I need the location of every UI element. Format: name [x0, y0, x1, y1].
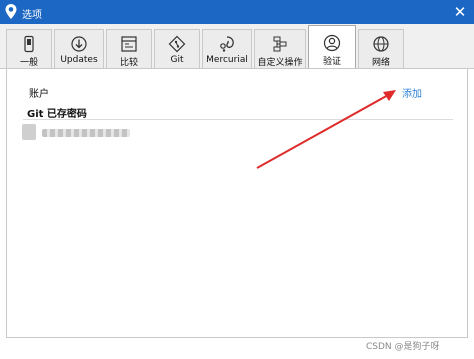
mercurial-icon	[220, 36, 234, 52]
globe-icon	[373, 36, 389, 52]
tab-general[interactable]: 一般	[6, 29, 52, 68]
saved-account-row[interactable]	[22, 122, 142, 144]
user-circle-icon	[323, 34, 341, 52]
tab-compare[interactable]: 比较	[106, 29, 152, 68]
git-diamond-icon	[168, 35, 186, 53]
tab-authentication-label: 验证	[322, 57, 341, 67]
tab-compare-label: 比较	[119, 58, 138, 68]
tab-updates[interactable]: Updates	[54, 29, 104, 68]
tab-network[interactable]: 网络	[358, 29, 404, 68]
close-button[interactable]: ✕	[450, 2, 470, 22]
tab-mercurial[interactable]: Mercurial	[202, 29, 252, 68]
add-account-link[interactable]: 添加	[402, 85, 422, 100]
git-saved-passwords-title: Git 已存密码	[27, 109, 87, 120]
location-pin-icon	[4, 3, 18, 23]
tab-updates-label: Updates	[60, 55, 98, 65]
tab-network-label: 网络	[371, 58, 390, 68]
section-divider	[23, 119, 453, 120]
custom-actions-icon	[273, 36, 287, 52]
csdn-watermark: CSDN @是狗子呀	[366, 342, 440, 352]
tab-custom-actions-label: 自定义操作	[257, 58, 303, 68]
tab-git-label: Git	[170, 55, 184, 65]
accounts-label: 账户	[29, 89, 49, 100]
account-avatar	[22, 124, 36, 140]
compare-icon	[121, 36, 137, 52]
download-arrow-icon	[71, 36, 87, 52]
tab-authentication[interactable]: 验证	[308, 25, 356, 69]
window-title: 选项	[22, 10, 42, 21]
phone-icon	[24, 35, 34, 53]
tab-git[interactable]: Git	[154, 29, 200, 68]
tab-mercurial-label: Mercurial	[206, 55, 248, 65]
tab-general-label: 一般	[19, 58, 38, 68]
tab-custom-actions[interactable]: 自定义操作	[254, 29, 306, 68]
tab-strip: 一般 Updates 比较 Git Mercurial 自定义操作 验证 网络	[0, 24, 474, 69]
title-bar: 选项 ✕	[0, 0, 474, 24]
authentication-panel: 账户 添加 Git 已存密码	[6, 68, 468, 338]
account-name-blurred	[42, 129, 130, 137]
